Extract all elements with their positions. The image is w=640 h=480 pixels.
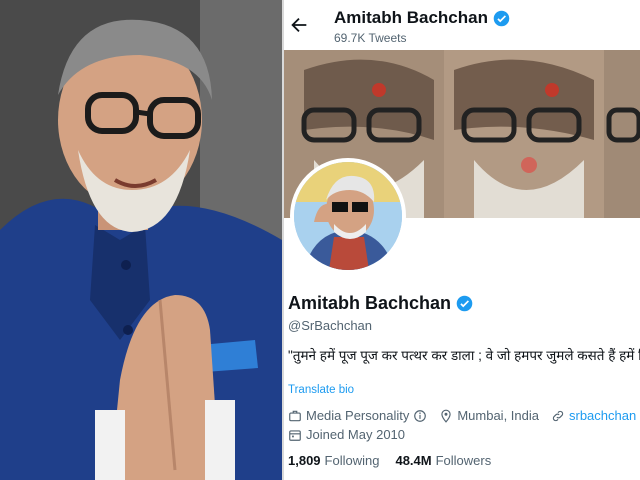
location-item: Mumbai, India xyxy=(439,408,539,423)
profile-bio: "तुमने हमें पूज पूज कर पत्थर कर डाला ; व… xyxy=(288,348,640,363)
profile-handle: @SrBachchan xyxy=(288,318,373,333)
info-icon[interactable] xyxy=(413,409,427,423)
followers-count: 48.4M xyxy=(395,453,432,468)
link-icon xyxy=(552,410,564,421)
twitter-profile: Amitabh Bachchan 69.7K Tweets Amitabh Ba… xyxy=(282,0,640,480)
calendar-icon xyxy=(289,429,301,441)
tweet-count: 69.7K Tweets xyxy=(334,31,407,45)
following-link[interactable]: 1,809 Following xyxy=(288,453,379,468)
header-name-text: Amitabh Bachchan xyxy=(334,8,488,27)
portrait-photo xyxy=(0,0,282,480)
back-arrow-icon[interactable] xyxy=(288,14,310,36)
category-item: Media Personality xyxy=(288,408,427,423)
verified-badge-icon xyxy=(456,295,473,312)
website-link[interactable]: srbachchan xyxy=(569,408,636,423)
follow-stats: 1,809 Following 48.4M Followers xyxy=(288,453,491,468)
joined-row: Joined May 2010 xyxy=(288,427,417,442)
portrait-illustration xyxy=(0,0,282,480)
category-text: Media Personality xyxy=(306,408,410,423)
profile-display-name: Amitabh Bachchan xyxy=(288,293,473,314)
verified-badge-icon xyxy=(493,10,510,26)
joined-item: Joined May 2010 xyxy=(288,427,405,442)
avatar-illustration xyxy=(294,162,402,270)
location-text: Mumbai, India xyxy=(457,408,539,423)
header-title: Amitabh Bachchan xyxy=(334,8,510,28)
profile-header-bar: Amitabh Bachchan 69.7K Tweets xyxy=(284,0,640,50)
joined-text: Joined May 2010 xyxy=(306,427,406,442)
following-label: Following xyxy=(324,453,380,468)
profile-meta-row: Media Personality Mumbai, India srbachch… xyxy=(288,408,640,423)
translate-bio-link[interactable]: Translate bio xyxy=(288,384,354,396)
profile-avatar[interactable] xyxy=(290,158,406,274)
briefcase-icon xyxy=(289,410,301,421)
following-count: 1,809 xyxy=(288,453,321,468)
followers-link[interactable]: 48.4M Followers xyxy=(395,453,491,468)
location-pin-icon xyxy=(441,409,451,423)
website-item[interactable]: srbachchan xyxy=(551,408,636,423)
followers-label: Followers xyxy=(435,453,492,468)
profile-name-text: Amitabh Bachchan xyxy=(288,293,452,313)
